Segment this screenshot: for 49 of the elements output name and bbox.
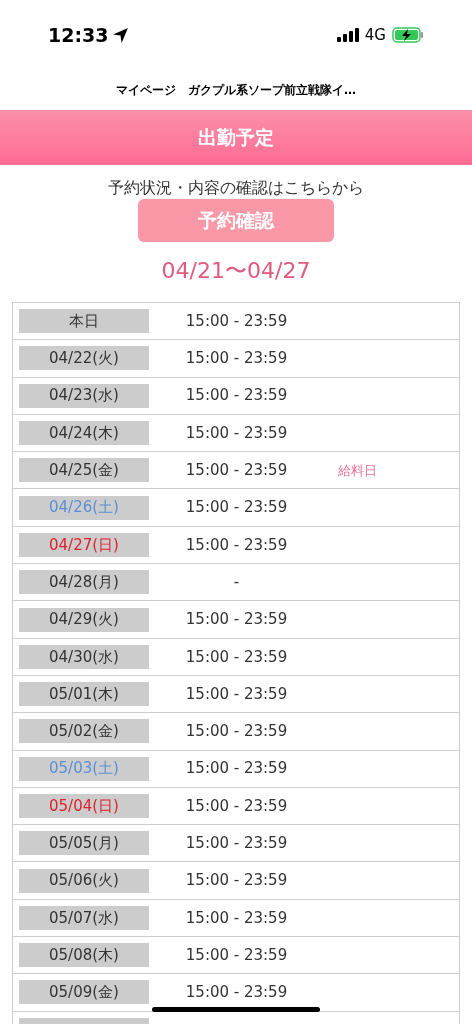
status-time: 12:33 xyxy=(48,22,109,48)
shift-time: 15:00 - 23:59 xyxy=(185,497,288,519)
shift-time: 15:00 - 23:59 xyxy=(185,422,288,444)
date-label: 05/07(水) xyxy=(19,905,149,930)
charging-battery-icon xyxy=(392,27,424,43)
date-label: 04/25(金) xyxy=(19,458,149,483)
shift-time: 15:00 - 23:59 xyxy=(185,944,288,966)
network-label: 4G xyxy=(364,24,386,46)
date-label: 05/03(土) xyxy=(19,756,149,781)
date-label: 05/09(金) xyxy=(19,980,149,1005)
date-label: 04/22(火) xyxy=(19,346,149,371)
shift-time: 15:00 - 23:59 xyxy=(185,609,288,631)
page-title: マイページ ガクプル系ソープ前立戦隊イ… xyxy=(116,82,356,99)
payday-note: 給料日 xyxy=(338,461,377,480)
shift-time: 15:00 - 23:59 xyxy=(185,870,288,892)
date-label: 05/01(木) xyxy=(19,682,149,707)
shift-time: 15:00 - 23:59 xyxy=(185,646,288,668)
section-header: 出勤予定 xyxy=(0,110,472,165)
shift-time: 15:00 - 23:59 xyxy=(185,310,288,332)
shift-time: 15:00 - 23:59 xyxy=(185,795,288,817)
signal-icon xyxy=(336,28,359,42)
date-label: 04/24(木) xyxy=(19,421,149,446)
date-label: 本日 xyxy=(19,309,149,334)
shift-time: 15:00 - 23:59 xyxy=(185,982,288,1004)
shift-time: 15:00 - 23:59 xyxy=(185,758,288,780)
reservation-prompt: 予約状況・内容の確認はこちらから xyxy=(108,177,364,199)
date-label: 05/04(日) xyxy=(19,794,149,818)
shift-time: 15:00 - 23:59 xyxy=(185,460,288,482)
location-arrow-icon xyxy=(112,26,130,44)
shift-time: 15:00 - 23:59 xyxy=(185,833,288,855)
date-label: 04/27(日) xyxy=(19,532,149,557)
date-label: 04/28(月) xyxy=(19,570,149,595)
date-label: 04/30(水) xyxy=(19,644,149,669)
shift-time: 15:00 - 23:59 xyxy=(185,348,288,370)
date-label: 05/06(火) xyxy=(19,868,149,893)
reservation-button[interactable]: 予約確認 xyxy=(138,199,334,242)
date-label: 05/02(金) xyxy=(19,719,149,744)
week-range: 04/21〜04/27 xyxy=(161,257,311,285)
date-label: 04/29(火) xyxy=(19,607,149,632)
date-label: 05/05(月) xyxy=(19,831,149,856)
date-label: 04/23(水) xyxy=(19,383,149,408)
date-label: 05/08(木) xyxy=(19,943,149,968)
shift-time: - xyxy=(233,571,240,593)
shift-time: 15:00 - 23:59 xyxy=(185,683,288,705)
shift-time: 15:00 - 23:59 xyxy=(185,534,288,556)
date-label: 04/26(土) xyxy=(19,495,149,520)
shift-time: 15:00 - 23:59 xyxy=(185,721,288,743)
shift-time: 15:00 - 23:59 xyxy=(185,385,288,407)
shift-time: 15:00 - 23:59 xyxy=(185,907,288,929)
